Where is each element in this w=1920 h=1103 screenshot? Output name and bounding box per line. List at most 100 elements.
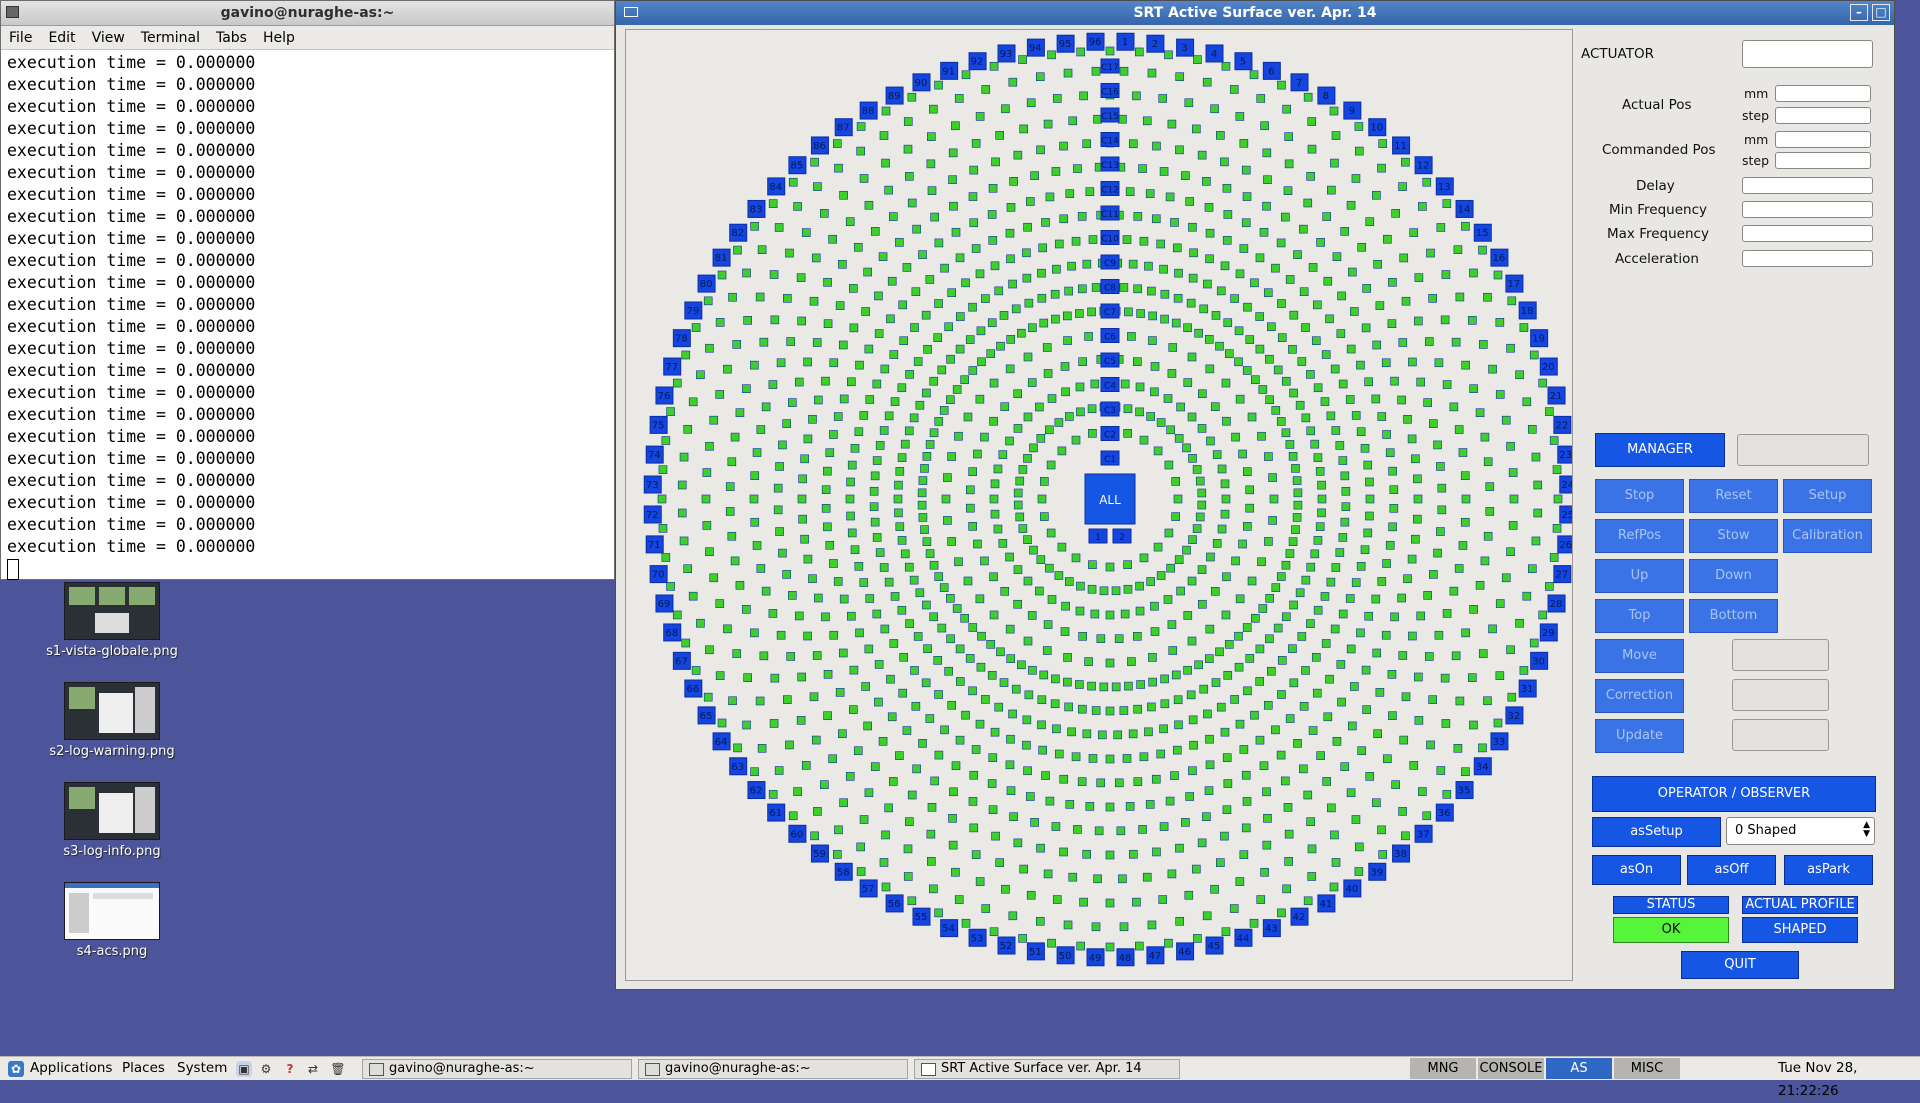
- actuator-marker[interactable]: [1221, 610, 1231, 620]
- actuator-marker[interactable]: [874, 291, 883, 301]
- actuator-marker[interactable]: [907, 790, 917, 800]
- actuator-marker[interactable]: [969, 218, 979, 228]
- actuator-marker[interactable]: [1311, 652, 1321, 662]
- actuator-marker[interactable]: [1442, 609, 1452, 618]
- actuator-marker[interactable]: [755, 292, 765, 302]
- actuator-marker[interactable]: [948, 813, 957, 823]
- actuator-marker[interactable]: [1189, 740, 1198, 750]
- actuator-marker[interactable]: [1461, 494, 1471, 504]
- actuator-marker[interactable]: [886, 674, 895, 684]
- actuator-marker[interactable]: [904, 562, 914, 572]
- actuator-marker[interactable]: [1493, 270, 1503, 280]
- actuator-marker[interactable]: [897, 605, 907, 615]
- actuator-marker[interactable]: [1040, 512, 1049, 521]
- actuator-marker[interactable]: [1416, 611, 1426, 621]
- actuator-marker[interactable]: [1023, 636, 1033, 646]
- actuator-marker[interactable]: [1175, 916, 1185, 926]
- actuator-marker[interactable]: [929, 560, 939, 570]
- actuator-marker[interactable]: [887, 276, 897, 286]
- actuator-marker[interactable]: [1365, 217, 1375, 226]
- actuator-marker[interactable]: [808, 574, 817, 584]
- actuator-marker[interactable]: [1150, 601, 1159, 611]
- actuator-marker[interactable]: [881, 158, 890, 168]
- actuator-marker[interactable]: [1038, 745, 1048, 755]
- actuator-marker[interactable]: [1183, 378, 1193, 387]
- actuator-marker[interactable]: [903, 144, 913, 154]
- actuator-marker[interactable]: [1142, 872, 1152, 882]
- actuator-marker[interactable]: [1436, 223, 1446, 232]
- actuator-marker[interactable]: [1005, 364, 1015, 374]
- menu-view[interactable]: View: [92, 30, 125, 46]
- actuator-marker[interactable]: [1017, 328, 1026, 338]
- actuator-marker[interactable]: [1390, 376, 1399, 386]
- actuator-marker[interactable]: [1202, 911, 1212, 921]
- srt-active-surface-window[interactable]: SRT Active Surface ver. Apr. 14 – □ 1234…: [615, 0, 1895, 990]
- actuator-marker[interactable]: [709, 415, 719, 425]
- actuator-marker[interactable]: [961, 918, 971, 928]
- actuator-marker[interactable]: [1139, 553, 1149, 563]
- terminal-window-icon[interactable]: [6, 6, 19, 18]
- actuator-marker[interactable]: [1265, 354, 1274, 364]
- actuator-marker[interactable]: [1052, 724, 1061, 734]
- actuator-marker[interactable]: [1340, 517, 1350, 527]
- actuator-marker[interactable]: [832, 139, 842, 148]
- actuator-marker[interactable]: [1023, 576, 1033, 586]
- actuator-marker[interactable]: [1289, 678, 1299, 688]
- actuator-marker[interactable]: [995, 131, 1004, 140]
- actuator-marker[interactable]: [1221, 378, 1231, 388]
- actuator-marker[interactable]: [1173, 293, 1183, 303]
- actuator-marker[interactable]: [1198, 389, 1207, 399]
- actuator-marker[interactable]: [1243, 302, 1252, 312]
- actuator-marker[interactable]: [1068, 116, 1078, 126]
- actuator-marker[interactable]: [1006, 203, 1016, 212]
- actuator-marker[interactable]: [879, 131, 889, 140]
- actuator-marker[interactable]: [986, 640, 996, 649]
- actuator-marker[interactable]: [1199, 304, 1209, 314]
- actuator-marker[interactable]: [961, 70, 971, 80]
- actuator-marker[interactable]: [999, 678, 1009, 687]
- actuator-marker[interactable]: [1338, 379, 1348, 389]
- actuator-marker[interactable]: [1356, 561, 1366, 571]
- actuator-marker[interactable]: [785, 740, 794, 750]
- actuator-marker[interactable]: [778, 548, 787, 558]
- actuator-marker[interactable]: [1243, 686, 1252, 696]
- actuator-marker[interactable]: [990, 509, 1000, 519]
- actuator-marker[interactable]: [1204, 654, 1214, 663]
- actuator-marker[interactable]: [1388, 466, 1397, 476]
- actuator-marker[interactable]: [900, 439, 910, 449]
- ason-button[interactable]: asOn: [1592, 855, 1681, 885]
- actuator-marker[interactable]: [1341, 502, 1351, 512]
- actuator-marker[interactable]: [1188, 766, 1197, 776]
- actuator-marker[interactable]: [973, 449, 982, 459]
- actuator-marker[interactable]: [1507, 296, 1517, 306]
- actuator-marker[interactable]: [1205, 228, 1215, 238]
- actuator-marker[interactable]: [1301, 413, 1311, 423]
- actuator-marker[interactable]: [927, 803, 937, 812]
- actuator-marker[interactable]: [922, 452, 932, 461]
- actuator-marker[interactable]: [1332, 252, 1342, 261]
- actuator-marker[interactable]: [800, 454, 809, 464]
- actuator-marker[interactable]: [934, 299, 943, 308]
- actuator-marker[interactable]: [929, 612, 939, 622]
- actuator-marker[interactable]: [1461, 360, 1470, 370]
- actuator-marker[interactable]: [1426, 740, 1435, 750]
- actuator-marker[interactable]: [951, 761, 961, 771]
- actuator-marker[interactable]: [1488, 364, 1497, 374]
- actuator-marker[interactable]: [1039, 670, 1049, 680]
- actuator-marker[interactable]: [1460, 471, 1470, 481]
- actuator-marker[interactable]: [1051, 314, 1060, 324]
- actuator-marker[interactable]: [869, 502, 879, 512]
- workspace-console[interactable]: CONSOLE: [1478, 1058, 1544, 1079]
- actuator-marker[interactable]: [861, 307, 870, 316]
- actuator-marker[interactable]: [1231, 556, 1240, 566]
- actuator-marker[interactable]: [1145, 189, 1155, 198]
- actuator-marker[interactable]: [861, 682, 870, 691]
- actuator-marker[interactable]: [1436, 527, 1445, 536]
- actuator-marker[interactable]: [870, 762, 880, 771]
- actuator-marker[interactable]: [1408, 357, 1417, 367]
- actuator-marker[interactable]: [1317, 494, 1327, 504]
- actuator-marker[interactable]: [1265, 593, 1274, 603]
- actuator-marker[interactable]: [1036, 843, 1045, 853]
- actuator-marker[interactable]: [1084, 332, 1093, 341]
- actuator-marker[interactable]: [1054, 749, 1064, 759]
